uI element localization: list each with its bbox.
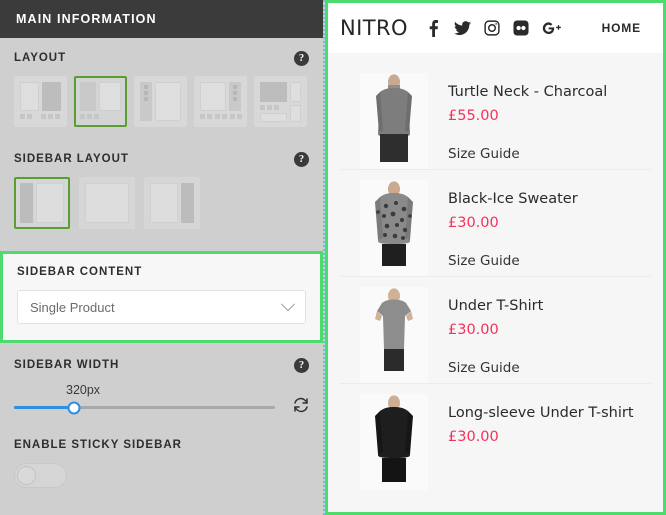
layout-option-1[interactable] bbox=[14, 76, 67, 127]
sidebar-width-section: SIDEBAR WIDTH ? 320px bbox=[0, 343, 323, 417]
sidebar-width-slider-wrap: 320px bbox=[14, 383, 309, 414]
site-preview: NITRO HOME Turtle Neck - Charcoal £55.00… bbox=[325, 0, 666, 515]
refresh-icon[interactable] bbox=[293, 397, 309, 413]
black-ice-sweater-photo bbox=[360, 180, 428, 276]
product-price: £30.00 bbox=[448, 321, 499, 338]
twitter-icon[interactable] bbox=[453, 20, 471, 36]
turtle-neck-charcoal-photo bbox=[360, 73, 428, 169]
product-price: £55.00 bbox=[448, 107, 499, 124]
size-guide-link[interactable]: Size Guide bbox=[448, 360, 651, 376]
sticky-sidebar-section: ENABLE STICKY SIDEBAR bbox=[0, 417, 323, 496]
toggle-knob bbox=[17, 466, 36, 485]
sidebar-width-slider[interactable] bbox=[14, 401, 275, 414]
sticky-sidebar-label: ENABLE STICKY SIDEBAR bbox=[14, 439, 182, 451]
settings-panel: MAIN INFORMATION LAYOUT ? SIDEBAR LAYOUT… bbox=[0, 0, 325, 515]
layout-option-2[interactable] bbox=[74, 76, 127, 127]
sidebar-content-select[interactable]: Single Product bbox=[17, 290, 306, 324]
list-item[interactable]: Long-sleeve Under T-shirt £30.00 bbox=[340, 384, 651, 490]
layout-option-5[interactable] bbox=[254, 76, 307, 127]
site-header: NITRO HOME bbox=[328, 3, 663, 53]
product-price: £30.00 bbox=[448, 214, 499, 231]
list-item[interactable]: Turtle Neck - Charcoal £55.00 Size Guide bbox=[340, 63, 651, 170]
instagram-icon[interactable] bbox=[484, 20, 500, 36]
product-name[interactable]: Under T-Shirt bbox=[448, 297, 651, 316]
question-mark-icon[interactable]: ? bbox=[294, 152, 309, 167]
product-info: Long-sleeve Under T-shirt £30.00 bbox=[428, 394, 651, 490]
layout-option-3[interactable] bbox=[134, 76, 187, 127]
sidebar-content-label: SIDEBAR CONTENT bbox=[17, 266, 143, 278]
flickr-icon[interactable] bbox=[513, 20, 529, 36]
layout-option-4[interactable] bbox=[194, 76, 247, 127]
list-item[interactable]: Black-Ice Sweater £30.00 Size Guide bbox=[340, 170, 651, 277]
app-root: MAIN INFORMATION LAYOUT ? SIDEBAR LAYOUT… bbox=[0, 0, 666, 515]
long-sleeve-under-tshirt-photo bbox=[360, 394, 428, 490]
sticky-sidebar-toggle[interactable] bbox=[14, 463, 67, 488]
product-name[interactable]: Long-sleeve Under T-shirt bbox=[448, 404, 651, 423]
google-plus-icon[interactable] bbox=[542, 21, 562, 36]
sidebar-width-value: 320px bbox=[66, 383, 101, 397]
sidebar-content-selected-value: Single Product bbox=[30, 299, 115, 315]
social-icon-list bbox=[426, 19, 562, 37]
size-guide-link[interactable]: Size Guide bbox=[448, 253, 651, 269]
sidebar-layout-label: SIDEBAR LAYOUT bbox=[14, 153, 129, 165]
sidebar-layout-option-right[interactable] bbox=[144, 177, 200, 229]
sidebar-width-label: SIDEBAR WIDTH bbox=[14, 359, 120, 371]
product-name[interactable]: Turtle Neck - Charcoal bbox=[448, 83, 651, 102]
product-price: £30.00 bbox=[448, 428, 499, 445]
brand-logo[interactable]: NITRO bbox=[340, 16, 408, 40]
list-item[interactable]: Under T-Shirt £30.00 Size Guide bbox=[340, 277, 651, 384]
product-name[interactable]: Black-Ice Sweater bbox=[448, 190, 651, 209]
sidebar-layout-section: SIDEBAR LAYOUT ? bbox=[0, 135, 323, 237]
sidebar-layout-option-none[interactable] bbox=[79, 177, 135, 229]
product-info: Turtle Neck - Charcoal £55.00 Size Guide bbox=[428, 73, 651, 169]
layout-label: LAYOUT bbox=[14, 52, 67, 64]
question-mark-icon[interactable]: ? bbox=[294, 51, 309, 66]
product-list: Turtle Neck - Charcoal £55.00 Size Guide bbox=[328, 53, 663, 512]
question-mark-icon[interactable]: ? bbox=[294, 358, 309, 373]
panel-header: MAIN INFORMATION bbox=[0, 0, 323, 38]
product-info: Black-Ice Sweater £30.00 Size Guide bbox=[428, 180, 651, 276]
sidebar-content-section: SIDEBAR CONTENT Single Product bbox=[0, 251, 323, 343]
sidebar-layout-option-left[interactable] bbox=[14, 177, 70, 229]
slider-fill bbox=[14, 406, 75, 409]
layout-section: LAYOUT ? bbox=[0, 38, 323, 135]
panel-title: MAIN INFORMATION bbox=[16, 12, 157, 26]
nav-item-home[interactable]: HOME bbox=[602, 21, 641, 35]
under-tshirt-photo bbox=[360, 287, 428, 383]
chevron-down-icon bbox=[280, 297, 296, 312]
product-info: Under T-Shirt £30.00 Size Guide bbox=[428, 287, 651, 383]
slider-thumb[interactable] bbox=[67, 401, 81, 414]
facebook-icon[interactable] bbox=[426, 19, 441, 37]
layout-thumbnail-list bbox=[14, 76, 309, 127]
size-guide-link[interactable]: Size Guide bbox=[448, 146, 651, 162]
sidebar-layout-thumbnail-list bbox=[14, 177, 309, 229]
